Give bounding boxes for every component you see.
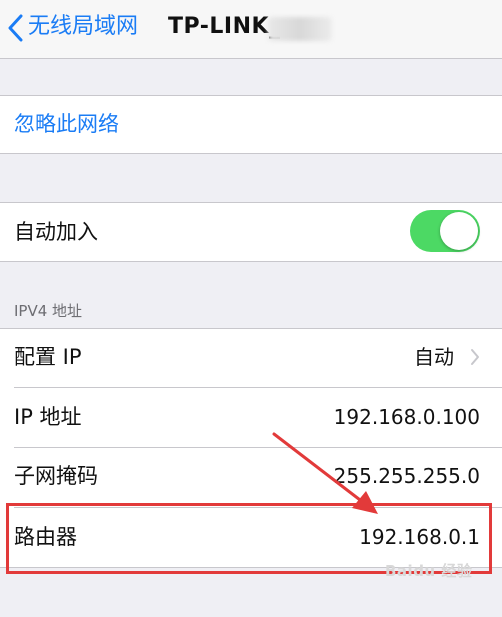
watermark-logo: Baidu 经验 — [385, 562, 473, 580]
annotation-arrow — [272, 432, 378, 514]
